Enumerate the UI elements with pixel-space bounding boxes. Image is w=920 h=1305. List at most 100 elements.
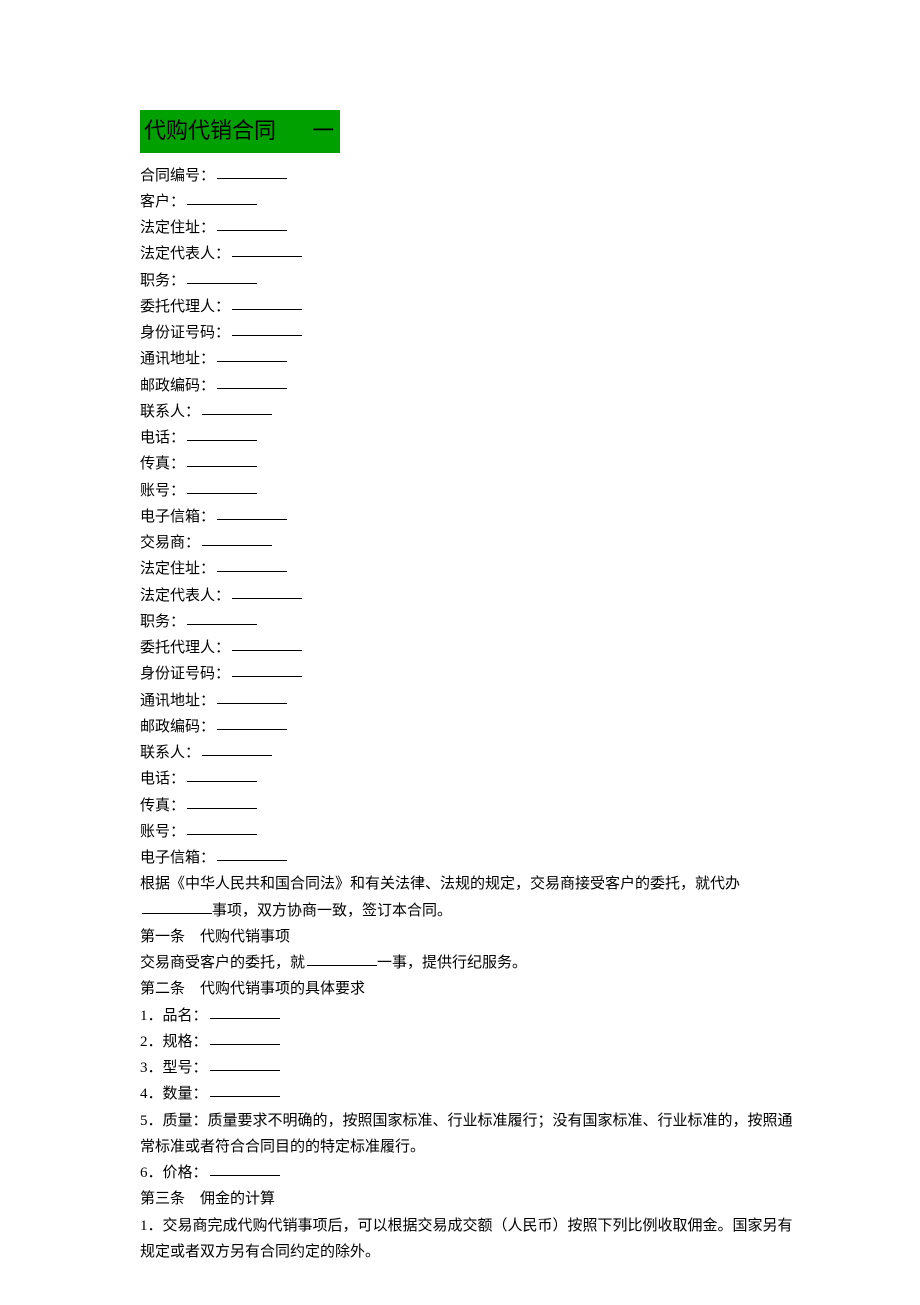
document-title: 代购代销合同 一: [140, 110, 340, 153]
field-label: 账号：: [140, 483, 185, 499]
field-label: 身份证号码：: [140, 325, 230, 341]
form-field: 联系人：: [140, 740, 800, 766]
blank-field: [187, 426, 257, 441]
blank-field: [232, 321, 302, 336]
field-label: 法定代表人：: [140, 588, 230, 604]
form-field: 账号：: [140, 819, 800, 845]
blank-field: [202, 741, 272, 756]
blank-field: [202, 400, 272, 415]
form-field: 电子信箱：: [140, 845, 800, 871]
field-label: 交易商：: [140, 535, 200, 551]
article2-title: 第二条 代购代销事项的具体要求: [140, 976, 800, 1002]
item-label: 3．型号：: [140, 1060, 208, 1076]
form-field: 合同编号：: [140, 163, 800, 189]
form-field: 电话：: [140, 425, 800, 451]
blank-field: [187, 190, 257, 205]
blank-field: [187, 452, 257, 467]
blank-field: [232, 242, 302, 257]
blank-field: [210, 1030, 280, 1045]
item-label: 4．数量：: [140, 1086, 208, 1102]
item-label: 2．规格：: [140, 1034, 208, 1050]
blank-field: [187, 479, 257, 494]
blank-field: [217, 164, 287, 179]
form-field: 邮政编码：: [140, 373, 800, 399]
preamble: 根据《中华人民共和国合同法》和有关法律、法规的规定，交易商接受客户的委托，就代办…: [140, 871, 800, 924]
customer-fields-block: 合同编号： 客户： 法定住址： 法定代表人： 职务： 委托代理人： 身份证号码： 通讯地址： 邮…: [140, 163, 800, 872]
field-label: 电话：: [140, 430, 185, 446]
field-label: 合同编号：: [140, 168, 215, 184]
article2-item: 2．规格：: [140, 1029, 800, 1055]
blank-field: [217, 715, 287, 730]
blank-field: [217, 846, 287, 861]
field-label: 法定代表人：: [140, 246, 230, 262]
form-field: 传真：: [140, 451, 800, 477]
article1-title: 第一条 代购代销事项: [140, 924, 800, 950]
form-field: 联系人：: [140, 399, 800, 425]
field-label: 邮政编码：: [140, 719, 215, 735]
field-label: 账号：: [140, 824, 185, 840]
form-field: 电子信箱：: [140, 504, 800, 530]
field-label: 电子信箱：: [140, 509, 215, 525]
form-field: 交易商：: [140, 530, 800, 556]
blank-field: [217, 347, 287, 362]
field-label: 邮政编码：: [140, 378, 215, 394]
form-field: 委托代理人：: [140, 635, 800, 661]
field-label: 客户：: [140, 194, 185, 210]
form-field: 传真：: [140, 793, 800, 819]
blank-field: [142, 899, 212, 914]
blank-field: [232, 636, 302, 651]
field-label: 法定住址：: [140, 220, 215, 236]
form-field: 职务：: [140, 268, 800, 294]
field-label: 通讯地址：: [140, 351, 215, 367]
field-label: 法定住址：: [140, 561, 215, 577]
form-field: 身份证号码：: [140, 661, 800, 687]
blank-field: [217, 216, 287, 231]
form-field: 通讯地址：: [140, 346, 800, 372]
field-label: 电子信箱：: [140, 850, 215, 866]
form-field: 邮政编码：: [140, 714, 800, 740]
blank-field: [232, 295, 302, 310]
blank-field: [187, 767, 257, 782]
form-field: 客户：: [140, 189, 800, 215]
blank-field: [307, 951, 377, 966]
field-label: 电话：: [140, 771, 185, 787]
form-field: 法定代表人：: [140, 583, 800, 609]
article2-item5: 5．质量：质量要求不明确的，按照国家标准、行业标准履行；没有国家标准、行业标准的…: [140, 1108, 800, 1161]
item-label: 1．品名：: [140, 1008, 208, 1024]
blank-field: [232, 584, 302, 599]
field-label: 委托代理人：: [140, 299, 230, 315]
article2-item6-label: 6．价格：: [140, 1165, 208, 1181]
field-label: 通讯地址：: [140, 693, 215, 709]
article1-before: 交易商受客户的委托，就: [140, 955, 305, 971]
title-suffix: 一: [312, 118, 334, 143]
blank-field: [217, 557, 287, 572]
form-field: 账号：: [140, 478, 800, 504]
article2-item6: 6．价格：: [140, 1160, 800, 1186]
preamble-before: 根据《中华人民共和国合同法》和有关法律、法规的规定，交易商接受客户的委托，就代办: [140, 876, 740, 892]
blank-field: [217, 374, 287, 389]
blank-field: [232, 662, 302, 677]
form-field: 身份证号码：: [140, 320, 800, 346]
article1-body: 交易商受客户的委托，就一事，提供行纪服务。: [140, 950, 800, 976]
article2-items-block: 1．品名： 2．规格： 3．型号： 4．数量：: [140, 1003, 800, 1108]
blank-field: [187, 610, 257, 625]
blank-field: [187, 269, 257, 284]
form-field: 法定代表人：: [140, 241, 800, 267]
form-field: 法定住址：: [140, 215, 800, 241]
form-field: 通讯地址：: [140, 688, 800, 714]
blank-field: [217, 689, 287, 704]
blank-field: [210, 1056, 280, 1071]
field-label: 身份证号码：: [140, 666, 230, 682]
field-label: 职务：: [140, 273, 185, 289]
blank-field: [210, 1161, 280, 1176]
blank-field: [187, 794, 257, 809]
form-field: 法定住址：: [140, 556, 800, 582]
field-label: 传真：: [140, 456, 185, 472]
article3-title: 第三条 佣金的计算: [140, 1186, 800, 1212]
field-label: 联系人：: [140, 404, 200, 420]
blank-field: [187, 820, 257, 835]
article2-item: 3．型号：: [140, 1055, 800, 1081]
field-label: 委托代理人：: [140, 640, 230, 656]
article2-item: 1．品名：: [140, 1003, 800, 1029]
title-main: 代购代销合同: [144, 118, 276, 143]
